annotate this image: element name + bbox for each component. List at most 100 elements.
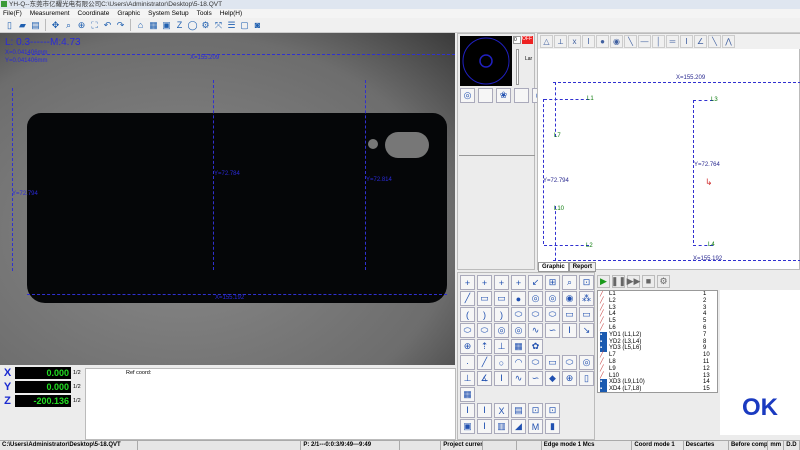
navigator-view[interactable] — [460, 36, 512, 86]
element-list[interactable]: ╱ L1 1 ╱ L2 2 ╱ L3 3 ╱ L4 4 ╱ L5 5 ╱ L6 6 ▪ YD1 (L1,L2) 7 ▪ YD… — [597, 290, 718, 393]
zoom-region-icon[interactable]: ⌕ — [63, 20, 74, 31]
point-cross2-icon[interactable]: + — [477, 275, 492, 290]
camera-icon[interactable]: ◙ — [252, 20, 263, 31]
fit-icon[interactable]: ⛶ — [89, 20, 100, 31]
light-off-button[interactable]: OFF — [522, 36, 533, 44]
y-dist-icon[interactable]: I — [582, 35, 595, 48]
list-item[interactable]: ╱ L5 5 — [598, 318, 717, 325]
step-icon[interactable]: ▶▶ — [627, 274, 640, 288]
save-icon[interactable]: ▤ — [30, 20, 41, 31]
point-cross3-icon[interactable]: + — [494, 275, 509, 290]
distance-icon[interactable]: ⟂ — [554, 35, 567, 48]
line-arrow-icon[interactable]: ↙ — [528, 275, 543, 290]
pause-icon[interactable]: ❚❚ — [611, 274, 626, 288]
blank-button[interactable] — [514, 88, 529, 103]
blank-button[interactable] — [478, 88, 493, 103]
rect3-icon[interactable]: ▭ — [545, 355, 560, 370]
list-item[interactable]: ╱ L4 4 — [598, 311, 717, 318]
undo-icon[interactable]: ↶ — [102, 20, 113, 31]
line-diag-icon[interactable]: ╲ — [624, 35, 637, 48]
menu-graphic[interactable]: Graphic — [117, 9, 140, 18]
circle-plus-icon[interactable]: ⊕ — [460, 339, 475, 354]
half-button[interactable]: 1/2 — [73, 384, 81, 390]
globe-icon[interactable]: ⊕ — [562, 371, 577, 386]
box-save-icon[interactable]: ▣ — [460, 419, 475, 434]
calculator-icon[interactable]: ▦ — [511, 339, 526, 354]
distance-icon[interactable]: ⊥ — [460, 371, 475, 386]
segment-light-icon[interactable]: ❀ — [496, 88, 511, 103]
list-item[interactable]: ▪ XD3 (L9,L10) 14 — [598, 379, 717, 387]
angle3-icon[interactable]: ∡ — [477, 371, 492, 386]
arc2-icon[interactable]: ) — [477, 307, 492, 322]
light-value[interactable]: 0 — [513, 36, 521, 44]
redo-icon[interactable]: ↷ — [115, 20, 126, 31]
ellipse-pts2-icon[interactable]: ⬭ — [477, 323, 492, 338]
image-icon[interactable]: ▣ — [161, 20, 172, 31]
ellipse3-icon[interactable]: ⬭ — [545, 307, 560, 322]
ellipse4-icon[interactable]: ⬭ — [528, 355, 543, 370]
arc3-icon[interactable]: ) — [494, 307, 509, 322]
point-cross-icon[interactable]: + — [460, 275, 475, 290]
arc4-icon[interactable]: ◠ — [511, 355, 526, 370]
circle-dot-icon[interactable]: ◉ — [562, 291, 577, 306]
circle2-icon[interactable]: ◉ — [610, 35, 623, 48]
coord-s-icon[interactable]: Ⅰ — [477, 403, 492, 418]
excel-chart-icon[interactable]: ▥ — [494, 419, 509, 434]
tab-report[interactable]: Report — [568, 262, 597, 272]
zoom-icon[interactable]: ⌕ — [562, 275, 577, 290]
list-icon[interactable]: ☰ — [226, 20, 237, 31]
line2-icon[interactable]: ╱ — [477, 355, 492, 370]
x-dist-icon[interactable]: x — [568, 35, 581, 48]
list-item[interactable]: ╱ L1 1 — [598, 291, 717, 298]
point-cross4-icon[interactable]: + — [511, 275, 526, 290]
list-item[interactable]: ▪ XD4 (L7,L8) 15 — [598, 386, 717, 392]
list-item[interactable]: ▪ YD1 (L1,L2) 7 — [598, 331, 717, 339]
menu-filef[interactable]: File(F) — [3, 9, 22, 18]
list-item[interactable]: ╱ L8 11 — [598, 359, 717, 366]
home-icon[interactable]: ⌂ — [135, 20, 146, 31]
ring2-icon[interactable]: ◎ — [545, 291, 560, 306]
line-icon[interactable]: ╱ — [460, 291, 475, 306]
expand-icon[interactable]: ⤧ — [213, 20, 224, 31]
symmetry-icon[interactable]: ⋀ — [722, 35, 735, 48]
graphic-panel[interactable]: △ ⟂ x I ● ◉ ╲ — │ ═ Ⅰ ∠ ╲ ⋀ X=155.209 L1 L3 L7 Y=72.7… — [537, 33, 800, 272]
grid-icon[interactable]: ▦ — [148, 20, 159, 31]
ring-light-icon[interactable]: ◎ — [460, 88, 475, 103]
curve2-icon[interactable]: ∿ — [511, 371, 526, 386]
rect-icon[interactable]: ▭ — [562, 307, 577, 322]
eraser-icon[interactable]: ◢ — [511, 419, 526, 434]
circle-icon[interactable]: ◯ — [187, 20, 198, 31]
list-item[interactable]: ▪ YD2 (L3,L4) 8 — [598, 338, 717, 346]
circle3-icon[interactable]: ○ — [494, 355, 509, 370]
circle-pts-icon[interactable]: ◎ — [494, 323, 509, 338]
menu-coordinate[interactable]: Coordinate — [78, 9, 110, 18]
z-axis-icon[interactable]: Z — [174, 20, 185, 31]
blob2-icon[interactable]: ∽ — [528, 371, 543, 386]
circle-pts2-icon[interactable]: ◎ — [511, 323, 526, 338]
stop-icon[interactable]: ■ — [642, 274, 655, 288]
ring-icon[interactable]: ◎ — [528, 291, 543, 306]
list-item[interactable]: ╱ L10 13 — [598, 373, 717, 380]
line-red-icon[interactable]: ╲ — [708, 35, 721, 48]
dot-icon[interactable]: · — [460, 355, 475, 370]
crosshair-icon[interactable]: ⊕ — [76, 20, 87, 31]
rect-slot-icon[interactable]: ▭ — [477, 291, 492, 306]
new-file-icon[interactable]: ▯ — [4, 20, 15, 31]
menu-measurement[interactable]: Measurement — [30, 9, 70, 18]
camera-view[interactable]: L: 0.3------M:4.73 X=0.041406mm Y=0.0414… — [0, 33, 455, 365]
slot-icon[interactable]: ⬭ — [562, 355, 577, 370]
list-item[interactable]: ▪ YD3 (L5,L6) 9 — [598, 345, 717, 353]
circle-icon[interactable]: ● — [596, 35, 609, 48]
box-point-icon[interactable]: ⊞ — [545, 275, 560, 290]
rect-slot2-icon[interactable]: ▭ — [494, 291, 509, 306]
list-item[interactable]: ╱ L6 6 — [598, 325, 717, 332]
menu-tools[interactable]: Tools — [197, 9, 212, 18]
list-item[interactable]: ╱ L7 10 — [598, 352, 717, 359]
user-icon[interactable]: ⊡ — [579, 275, 594, 290]
calculator2-icon[interactable]: ▦ — [460, 387, 475, 402]
color-bars-icon[interactable]: ▮ — [545, 419, 560, 434]
mp-icon[interactable]: M — [528, 419, 543, 434]
excel-icon[interactable]: X — [494, 403, 509, 418]
rect2-icon[interactable]: ▭ — [579, 307, 594, 322]
height2-icon[interactable]: Ⅰ — [494, 371, 509, 386]
